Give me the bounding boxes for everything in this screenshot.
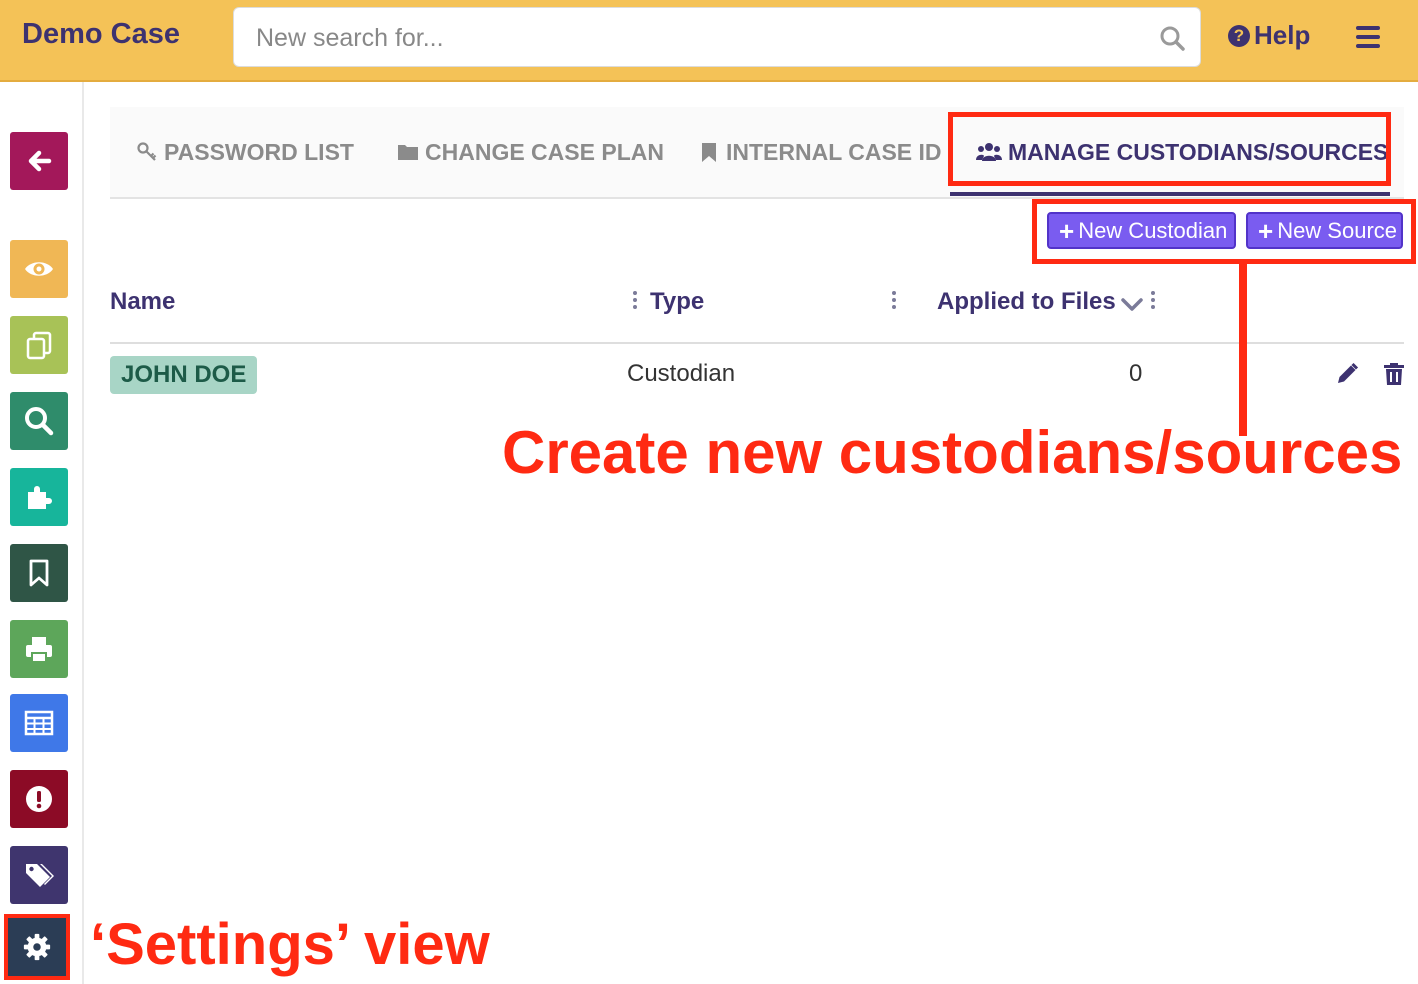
bookmarks-button[interactable] [10,544,68,602]
column-menu-icon[interactable] [892,291,896,311]
sort-chevron-down-icon[interactable] [1120,296,1144,314]
active-tab-indicator [950,192,1390,196]
plus-icon: + [1258,215,1274,246]
table-view-button[interactable] [10,694,68,752]
tab-change-case-plan[interactable]: CHANGE CASE PLAN [397,107,664,197]
eye-icon [25,262,53,276]
hamburger-menu-icon[interactable] [1356,26,1380,48]
arrow-left-icon [28,150,52,172]
row-type: Custodian [627,360,736,387]
tab-password-list[interactable]: PASSWORD LIST [136,107,354,197]
header-divider [110,342,1404,344]
custodian-name-badge[interactable]: JOHN DOE [110,356,258,394]
bookmark-icon [702,143,716,162]
top-bar: Demo Case ? Help [0,0,1418,82]
trash-icon[interactable] [1382,362,1406,386]
annotation-settings-note: ‘Settings’ view [90,912,490,977]
column-header-name[interactable]: Name [110,288,175,316]
search-box[interactable] [233,7,1201,68]
settings-button[interactable] [4,914,70,980]
gear-icon [23,933,51,961]
tags-icon [26,864,54,887]
search-icon [25,407,54,436]
row-applied-to-files: 0 [1129,360,1143,387]
puzzle-icon [28,486,52,509]
help-button[interactable]: ? Help [1228,20,1310,51]
documents-button[interactable] [10,316,68,374]
tab-internal-case-id[interactable]: INTERNAL CASE ID [698,107,942,197]
question-circle-icon: ? [1228,24,1250,47]
help-label: Help [1254,20,1311,50]
tab-label: CHANGE CASE PLAN [425,138,664,165]
folder-icon [398,145,418,160]
new-custodian-button[interactable]: + New Custodian [1047,212,1236,249]
sidebar [0,82,84,984]
column-menu-icon[interactable] [1151,291,1155,311]
print-button[interactable] [10,620,68,678]
tags-button[interactable] [10,846,68,904]
print-icon [26,637,52,663]
search-view-button[interactable] [10,392,68,450]
annotation-highlight-tab [948,112,1391,186]
pencil-icon[interactable] [1335,362,1359,386]
search-icon[interactable] [1158,24,1186,52]
case-title[interactable]: Demo Case [22,18,180,51]
view-button[interactable] [10,240,68,298]
column-menu-icon[interactable] [633,291,637,311]
tab-label: PASSWORD LIST [164,138,354,165]
column-header-applied-to-files[interactable]: Applied to Files [937,288,1116,316]
plus-icon: + [1059,215,1075,246]
tab-label: INTERNAL CASE ID [726,138,942,165]
copy-icon [26,331,52,360]
exclamation-circle-icon [26,786,52,812]
new-custodian-label: New Custodian [1078,217,1228,243]
alerts-button[interactable] [10,770,68,828]
back-button[interactable] [10,132,68,190]
annotation-create-note: Create new custodians/sources [502,419,1403,486]
key-icon [137,142,157,161]
new-source-button[interactable]: + New Source [1246,212,1403,249]
plugins-button[interactable] [10,468,68,526]
search-input[interactable] [254,8,1138,68]
bookmark-icon [29,559,49,587]
new-source-label: New Source [1277,217,1398,243]
annotation-connector-line [1239,262,1247,436]
table-icon [24,710,54,736]
column-header-type[interactable]: Type [650,288,704,316]
